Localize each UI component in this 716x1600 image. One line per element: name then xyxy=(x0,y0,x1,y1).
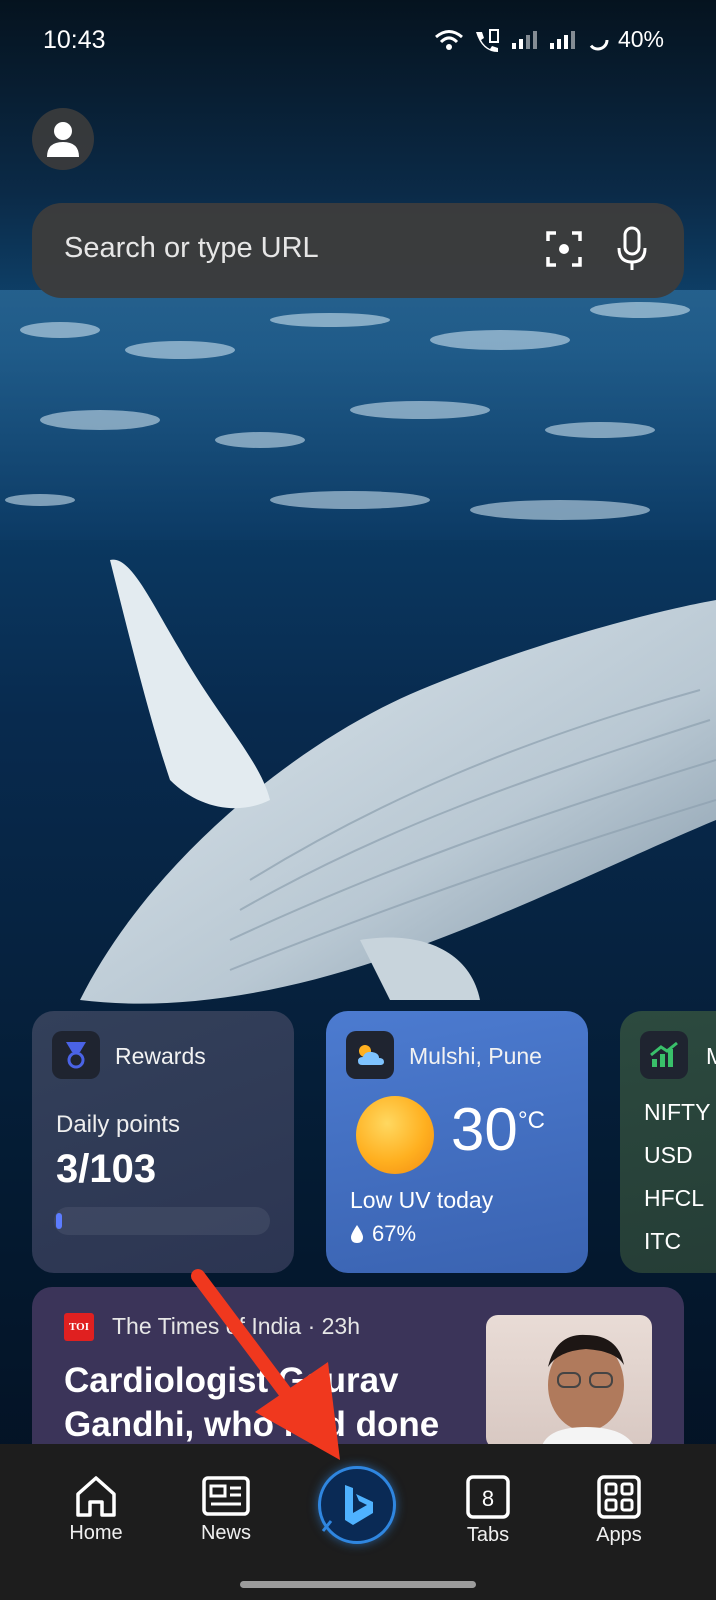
search-bar[interactable]: Search or type URL xyxy=(32,203,684,298)
daily-points-label: Daily points xyxy=(56,1111,181,1138)
search-input[interactable]: Search or type URL xyxy=(64,232,319,265)
points-progress-fill xyxy=(56,1213,62,1229)
tabs-icon: 8 xyxy=(466,1475,510,1519)
wifi-calling-icon xyxy=(475,28,499,52)
profile-avatar-button[interactable] xyxy=(32,108,94,170)
sunny-icon xyxy=(356,1096,434,1174)
weather-card[interactable]: Mulshi, Pune 30 °C Low UV today 67% xyxy=(326,1011,588,1273)
points-progress-bar xyxy=(54,1207,270,1235)
nav-home[interactable]: Home xyxy=(41,1474,151,1545)
battery-percent: 40% xyxy=(617,26,664,52)
rewards-card[interactable]: Rewards Daily points 3/103 xyxy=(32,1011,294,1273)
nav-tabs[interactable]: 8 Tabs xyxy=(433,1474,543,1547)
battery-icon xyxy=(587,29,609,50)
nav-tabs-label: Tabs xyxy=(466,1524,510,1546)
wifi-icon xyxy=(434,29,463,50)
microphone-icon[interactable] xyxy=(616,226,648,272)
news-source: The Times of India · 23h xyxy=(112,1313,361,1339)
market-row-nifty: NIFTY xyxy=(644,1099,711,1125)
market-card[interactable]: M NIFTY USD HFCL ITC xyxy=(620,1011,716,1273)
tabs-count: 8 xyxy=(482,1486,494,1511)
uv-index-text: Low UV today xyxy=(350,1187,494,1213)
gesture-home-indicator xyxy=(240,1581,476,1588)
daily-points-value: 3/103 xyxy=(56,1147,157,1191)
news-headline[interactable]: Cardiologist Gaurav Gandhi, who had done xyxy=(64,1359,464,1447)
signal-icon-2 xyxy=(549,30,575,49)
status-bar: 10:43 40% xyxy=(0,0,716,84)
weather-location: Mulshi, Pune xyxy=(409,1043,542,1069)
nav-news-label: News xyxy=(200,1522,251,1544)
water-drop-icon xyxy=(351,1225,363,1243)
news-card[interactable]: TOI The Times of India · 23h Cardiologis… xyxy=(32,1287,684,1447)
temperature-unit: °C xyxy=(518,1107,545,1134)
nav-apps-label: Apps xyxy=(596,1524,642,1546)
bing-chat-button[interactable] xyxy=(318,1466,396,1544)
status-icons: 40% xyxy=(434,26,664,53)
market-chart-icon xyxy=(640,1031,688,1079)
nav-home-label: Home xyxy=(69,1522,123,1544)
signal-icon xyxy=(511,30,537,49)
partly-cloudy-icon xyxy=(346,1031,394,1079)
user-icon xyxy=(47,122,79,157)
visual-search-icon[interactable] xyxy=(544,229,584,269)
nav-apps[interactable]: Apps xyxy=(564,1474,674,1547)
temperature-value: 30 xyxy=(451,1096,518,1163)
newspaper-icon xyxy=(202,1476,250,1516)
market-row-hfcl: HFCL xyxy=(644,1185,705,1211)
market-title: M xyxy=(706,1043,716,1069)
humidity-value: 67% xyxy=(372,1221,417,1246)
rewards-medal-icon xyxy=(52,1031,100,1079)
bing-icon xyxy=(321,1485,373,1532)
market-row-usd: USD xyxy=(644,1142,693,1168)
market-row-itc: ITC xyxy=(644,1228,682,1254)
news-thumbnail xyxy=(486,1315,652,1447)
status-time: 10:43 xyxy=(43,26,106,54)
news-source-logo: TOI xyxy=(64,1313,94,1341)
rewards-title: Rewards xyxy=(115,1043,206,1069)
home-icon xyxy=(76,1476,116,1517)
humidity-row: 67% xyxy=(350,1221,416,1247)
bottom-navigation: Home News 8 Tabs Apps xyxy=(0,1444,716,1600)
apps-grid-icon xyxy=(597,1475,641,1519)
nav-news[interactable]: News xyxy=(171,1474,281,1545)
